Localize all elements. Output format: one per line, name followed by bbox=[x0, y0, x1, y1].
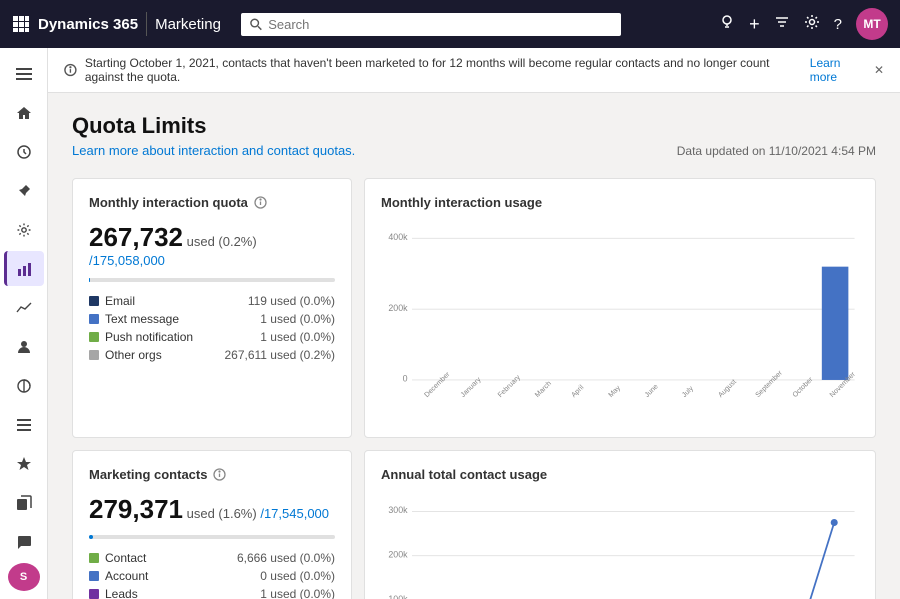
dot-nov bbox=[831, 519, 838, 526]
contacts-used-number: 279,371 used (1.6%) /17,545,000 bbox=[89, 494, 335, 525]
svg-text:June: June bbox=[643, 383, 660, 400]
interaction-chart-title: Monthly interaction usage bbox=[381, 195, 859, 210]
help-icon[interactable]: ? bbox=[834, 16, 842, 33]
text-msg-dot bbox=[89, 314, 99, 324]
svg-text:200k: 200k bbox=[388, 550, 408, 560]
sidebar-item-contacts[interactable] bbox=[4, 329, 44, 364]
svg-text:September: September bbox=[754, 368, 785, 399]
marketing-contacts-card: Marketing contacts 279,371 used (1.6%) /… bbox=[72, 450, 352, 599]
sidebar-item-leads[interactable] bbox=[4, 446, 44, 481]
svg-text:July: July bbox=[680, 384, 695, 399]
info-banner: Starting October 1, 2021, contacts that … bbox=[48, 48, 900, 93]
legend-email: Email 119 used (0.0%) bbox=[89, 292, 335, 310]
svg-text:February: February bbox=[496, 373, 522, 399]
interaction-quota-card: Monthly interaction quota 267,732 used (… bbox=[72, 178, 352, 438]
sidebar-item-messages[interactable] bbox=[4, 524, 44, 559]
interaction-quota-bar bbox=[89, 278, 335, 282]
account-dot bbox=[89, 571, 99, 581]
contacts-quota-bar bbox=[89, 535, 335, 539]
data-updated-timestamp: Data updated on 11/10/2021 4:54 PM bbox=[677, 144, 876, 158]
contact-chart-title: Annual total contact usage bbox=[381, 467, 859, 482]
sidebar-item-assets[interactable] bbox=[4, 485, 44, 520]
email-dot bbox=[89, 296, 99, 306]
leads-dot bbox=[89, 589, 99, 599]
svg-text:April: April bbox=[570, 383, 586, 399]
svg-text:October: October bbox=[791, 375, 815, 399]
svg-text:100k: 100k bbox=[388, 594, 408, 599]
app-layout: S Starting October 1, 2021, contacts tha… bbox=[0, 48, 900, 599]
search-box[interactable] bbox=[241, 13, 621, 36]
svg-text:200k: 200k bbox=[388, 303, 408, 313]
svg-text:August: August bbox=[717, 378, 738, 399]
svg-text:March: March bbox=[533, 379, 553, 399]
banner-link[interactable]: Learn more bbox=[810, 56, 866, 84]
interaction-legend: Email 119 used (0.0%) Text message 1 use… bbox=[89, 292, 335, 364]
contact-chart-card: Annual total contact usage 300k 200k 100… bbox=[364, 450, 876, 599]
legend-text-message: Text message 1 used (0.0%) bbox=[89, 310, 335, 328]
legend-account: Account 0 used (0.0%) bbox=[89, 567, 335, 585]
legend-leads: Leads 1 used (0.0%) bbox=[89, 585, 335, 599]
sidebar-item-pinned[interactable] bbox=[4, 173, 44, 208]
settings-icon[interactable] bbox=[804, 14, 820, 35]
sidebar-item-settings[interactable] bbox=[4, 212, 44, 247]
other-orgs-dot bbox=[89, 350, 99, 360]
main-content: Starting October 1, 2021, contacts that … bbox=[48, 48, 900, 599]
legend-other-orgs: Other orgs 267,611 used (0.2%) bbox=[89, 346, 335, 364]
marketing-contacts-row: Marketing contacts 279,371 used (1.6%) /… bbox=[72, 450, 876, 599]
filter-icon[interactable] bbox=[774, 14, 790, 35]
svg-text:400k: 400k bbox=[388, 232, 408, 242]
contacts-info-icon bbox=[213, 468, 226, 481]
quota-learn-more-link[interactable]: Learn more about interaction and contact… bbox=[72, 143, 355, 158]
contact-chart-svg: 300k 200k 100k 0 bbox=[381, 490, 859, 599]
november-bar bbox=[822, 267, 849, 380]
sidebar: S bbox=[0, 48, 48, 599]
sidebar-item-quota[interactable] bbox=[4, 251, 44, 286]
top-navigation: Dynamics 365 Marketing + bbox=[0, 0, 900, 48]
grid-icon[interactable] bbox=[12, 15, 30, 33]
push-notif-dot bbox=[89, 332, 99, 342]
marketing-contacts-title: Marketing contacts bbox=[89, 467, 335, 482]
banner-text: Starting October 1, 2021, contacts that … bbox=[85, 56, 802, 84]
svg-text:May: May bbox=[607, 384, 622, 399]
add-icon[interactable]: + bbox=[749, 14, 760, 35]
sidebar-item-analytics[interactable] bbox=[4, 290, 44, 325]
interaction-quota-title: Monthly interaction quota bbox=[89, 195, 335, 210]
interaction-quota-row: Monthly interaction quota 267,732 used (… bbox=[72, 178, 876, 438]
user-avatar[interactable]: MT bbox=[856, 8, 888, 40]
interaction-chart-svg: 400k 200k 0 December January bbox=[381, 218, 859, 418]
interaction-chart-card: Monthly interaction usage 400k 200k 0 bbox=[364, 178, 876, 438]
interaction-used-number: 267,732 used (0.2%) /175,058,000 bbox=[89, 222, 335, 268]
page-title: Quota Limits bbox=[72, 113, 876, 139]
page-body: Quota Limits Learn more about interactio… bbox=[48, 93, 900, 599]
search-input[interactable] bbox=[268, 17, 613, 32]
page-subtitle-row: Learn more about interaction and contact… bbox=[72, 143, 876, 158]
sidebar-item-recent[interactable] bbox=[4, 134, 44, 169]
svg-text:300k: 300k bbox=[388, 505, 408, 515]
contact-line bbox=[430, 523, 835, 599]
sidebar-item-home[interactable] bbox=[4, 95, 44, 130]
info-icon bbox=[64, 63, 77, 77]
app-name: Marketing bbox=[155, 16, 221, 33]
banner-close-button[interactable]: ✕ bbox=[874, 63, 884, 77]
nav-right-icons: + ? MT bbox=[719, 8, 888, 40]
interaction-info-icon bbox=[254, 196, 267, 209]
legend-contact: Contact 6,666 used (0.0%) bbox=[89, 549, 335, 567]
nav-brand: Dynamics 365 bbox=[38, 16, 138, 33]
sidebar-user-avatar[interactable]: S bbox=[8, 563, 40, 591]
lightbulb-icon[interactable] bbox=[719, 14, 735, 35]
search-icon bbox=[249, 17, 262, 31]
svg-text:0: 0 bbox=[403, 374, 408, 384]
svg-text:January: January bbox=[459, 375, 483, 399]
sidebar-item-menu[interactable] bbox=[4, 56, 44, 91]
nav-divider bbox=[146, 12, 147, 36]
contacts-legend: Contact 6,666 used (0.0%) Account 0 used… bbox=[89, 549, 335, 599]
contacts-quota-bar-fill bbox=[89, 535, 93, 539]
svg-text:December: December bbox=[423, 370, 452, 399]
sidebar-item-segments[interactable] bbox=[4, 368, 44, 403]
sidebar-item-lists[interactable] bbox=[4, 407, 44, 442]
brand-name: Dynamics 365 bbox=[38, 16, 138, 33]
contact-dot bbox=[89, 553, 99, 563]
legend-push-notification: Push notification 1 used (0.0%) bbox=[89, 328, 335, 346]
